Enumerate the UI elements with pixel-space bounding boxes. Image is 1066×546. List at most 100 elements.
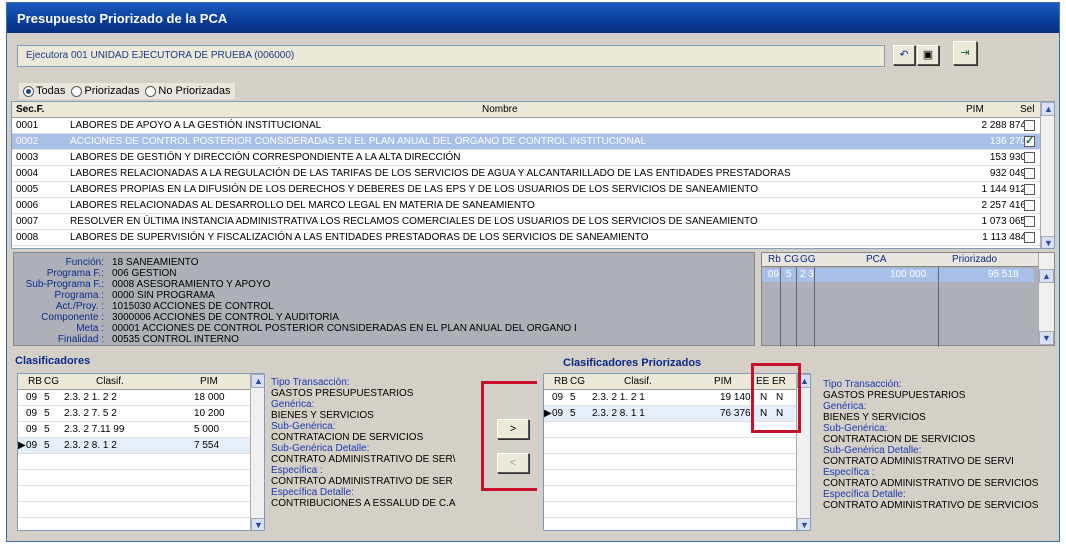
detail-value: 0008 ASESORAMIENTO Y APOYO — [112, 279, 271, 290]
filter-option-label: No Priorizadas — [158, 85, 231, 97]
col-header-pim: PIM — [714, 376, 732, 387]
detail-label: Finalidad : — [57, 334, 104, 345]
executor-field: Ejecutora 001 UNIDAD EJECUTORA DE PRUEBA… — [17, 45, 885, 67]
filter-option-2[interactable]: No Priorizadas — [145, 85, 231, 97]
undo-button[interactable]: ↶ — [893, 45, 915, 65]
col-header-rb: Rb — [768, 254, 781, 265]
row-pim: 153 930 — [989, 152, 1026, 163]
table-row[interactable]: 0004 LABORES RELACIONADAS A LA REGULACIÓN… — [12, 166, 1054, 182]
cell-rb: 09 — [26, 408, 38, 419]
filter-option-0[interactable]: Todas — [23, 85, 65, 97]
cell-pim: 18 000 — [194, 392, 225, 403]
detail-value: 006 GESTION — [112, 268, 177, 279]
table-row[interactable]: 0001 LABORES DE APOYO A LA GESTIÓN INSTIT… — [12, 118, 1054, 134]
row-nombre: RESOLVER EN ÚLTIMA INSTANCIA ADMINISTRAT… — [70, 216, 758, 227]
detail-value: GASTOS PRESUPUESTARIOS — [271, 388, 414, 399]
col-header-pim: PIM — [200, 376, 218, 387]
col-header-priorizado: Priorizado — [952, 254, 998, 265]
table-row[interactable]: 0006 LABORES RELACIONADAS AL DESARROLLO D… — [12, 198, 1054, 214]
undo-icon: ↶ — [899, 49, 909, 61]
row-pim: 1 113 484 — [982, 232, 1026, 243]
scroll-up-icon[interactable]: ▲ — [251, 374, 264, 388]
row-nombre: LABORES PROPIAS EN LA DIFUSIÓN DE LOS DE… — [70, 184, 758, 195]
filter-option-1[interactable]: Priorizadas — [71, 85, 139, 97]
table-row[interactable]: 09 5 2.3. 2 7. 5 2 10 200 — [18, 406, 264, 422]
budget-detail-panel: Función: 18 SANEAMIENTO Programa F.: 006 GE… — [13, 252, 755, 346]
pca-row[interactable]: 09 5 2 3 100 000 95 518 — [762, 268, 1034, 282]
cell-cg: 5 — [44, 408, 50, 419]
row-select-checkbox[interactable] — [1024, 120, 1035, 131]
save-button[interactable]: ▣ — [917, 45, 939, 65]
row-select-checkbox[interactable] — [1024, 216, 1035, 227]
scroll-up-icon[interactable]: ▲ — [1041, 102, 1054, 116]
table-row[interactable]: 0005 LABORES PROPIAS EN LA DIFUSIÓN DE LO… — [12, 182, 1054, 198]
row-select-checkbox[interactable] — [1024, 232, 1035, 243]
row-select-checkbox[interactable] — [1024, 152, 1035, 163]
clasificadores-section: Clasificadores RB CG Clasif. PIM 09 5 2.3.… — [11, 353, 489, 539]
radio-icon[interactable] — [145, 85, 157, 97]
scroll-down-icon[interactable]: ▼ — [1041, 236, 1054, 248]
scroll-up-icon[interactable]: ▲ — [1039, 269, 1054, 283]
cell-clasif: 2.3. 2 7.11 99 — [64, 424, 125, 435]
row-pim: 136 270 — [989, 136, 1026, 147]
table-row[interactable]: 0002 ACCIONES DE CONTROL POSTERIOR CONSID… — [12, 134, 1054, 150]
col-header-cg: CG — [784, 254, 799, 265]
row-select-checkbox[interactable] — [1024, 134, 1035, 147]
empty-row — [544, 470, 810, 486]
detail-label: Función: — [65, 257, 104, 268]
empty-row — [544, 486, 810, 502]
row-select-checkbox[interactable] — [1024, 168, 1035, 179]
main-table-scrollbar[interactable]: ▲ ▼ — [1040, 102, 1054, 248]
exit-button[interactable]: ⇥ — [953, 41, 977, 65]
scroll-down-icon[interactable]: ▼ — [251, 518, 264, 530]
detail-value: BIENES Y SERVICIOS — [271, 410, 374, 421]
detail-value: 18 SANEAMIENTO — [112, 257, 199, 268]
empty-row — [544, 438, 810, 454]
radio-icon[interactable] — [71, 85, 83, 97]
detail-label: Específica : — [271, 465, 323, 476]
row-sec: 0003 — [16, 152, 39, 163]
cell-clasif: 2.3. 2 7. 5 2 — [64, 408, 117, 419]
sec-func-table: Sec.F. Nombre PIM Sel 0001 LABORES DE APO… — [11, 101, 1055, 249]
col-header-sec: Sec.F. — [16, 104, 45, 115]
table-row[interactable]: 09 5 2.3. 2 7.11 99 5 000 — [18, 422, 264, 438]
cell-rb: 09 — [552, 392, 564, 403]
pca-cg: 5 — [786, 269, 792, 280]
row-nombre: LABORES DE SUPERVISIÓN Y FISCALIZACIÓN A… — [70, 232, 649, 243]
row-nombre: LABORES RELACIONADAS AL DESARROLLO DEL M… — [70, 200, 535, 211]
clasificadores-table: RB CG Clasif. PIM 09 5 2.3. 2 1. 2 2 18 000… — [17, 373, 265, 531]
detail-label: Específica Detalle: — [823, 489, 906, 500]
row-pim: 1 144 912 — [981, 184, 1027, 195]
cell-rb: 09 — [552, 408, 564, 419]
pca-scrollbar[interactable]: ▲ ▼ — [1038, 253, 1054, 345]
row-pim: 932 049 — [989, 168, 1026, 179]
detail-label: Tipo Transacción: — [823, 379, 902, 390]
cell-cg: 5 — [44, 424, 50, 435]
table-row[interactable]: 09 5 2.3. 2 1. 2 2 18 000 — [18, 390, 264, 406]
detail-value: BIENES Y SERVICIOS — [823, 412, 926, 423]
row-pim: 1 073 065 — [981, 216, 1027, 227]
radio-icon[interactable] — [23, 85, 34, 97]
table-row[interactable]: 0008 LABORES DE SUPERVISIÓN Y FISCALIZACI… — [12, 230, 1054, 246]
filter-option-label: Priorizadas — [84, 85, 140, 97]
scroll-down-icon[interactable]: ▼ — [1039, 331, 1054, 345]
pca-gg: 2 3 — [800, 269, 814, 280]
detail-value: CONTRATO ADMINISTRATIVO DE SERVI — [823, 456, 1014, 467]
row-select-checkbox[interactable] — [1024, 200, 1035, 211]
detail-value: 3000006 ACCIONES DE CONTROL Y AUDITORIA — [112, 312, 339, 323]
row-select-checkbox[interactable] — [1024, 184, 1035, 195]
table-row[interactable]: ▶ 09 5 2.3. 2 8. 1 2 7 554 — [18, 438, 264, 454]
row-sec: 0007 — [16, 216, 39, 227]
row-pim: 2 257 416 — [981, 200, 1027, 211]
scroll-down-icon[interactable]: ▼ — [797, 518, 810, 530]
table-row[interactable]: 0007 RESOLVER EN ÚLTIMA INSTANCIA ADMINIS… — [12, 214, 1054, 230]
cell-rb: 09 — [26, 392, 38, 403]
row-pim: 2 288 874 — [981, 120, 1027, 131]
row-sec: 0006 — [16, 200, 39, 211]
row-sec: 0002 — [16, 136, 39, 147]
detail-label: Programa : — [54, 290, 104, 301]
clasificadores-scrollbar[interactable]: ▲ ▼ — [250, 374, 264, 530]
table-row[interactable]: 0003 LABORES DE GESTIÓN Y DIRECCIÓN CORRE… — [12, 150, 1054, 166]
cell-cg: 5 — [570, 392, 576, 403]
col-header-rb: RB — [554, 376, 568, 387]
